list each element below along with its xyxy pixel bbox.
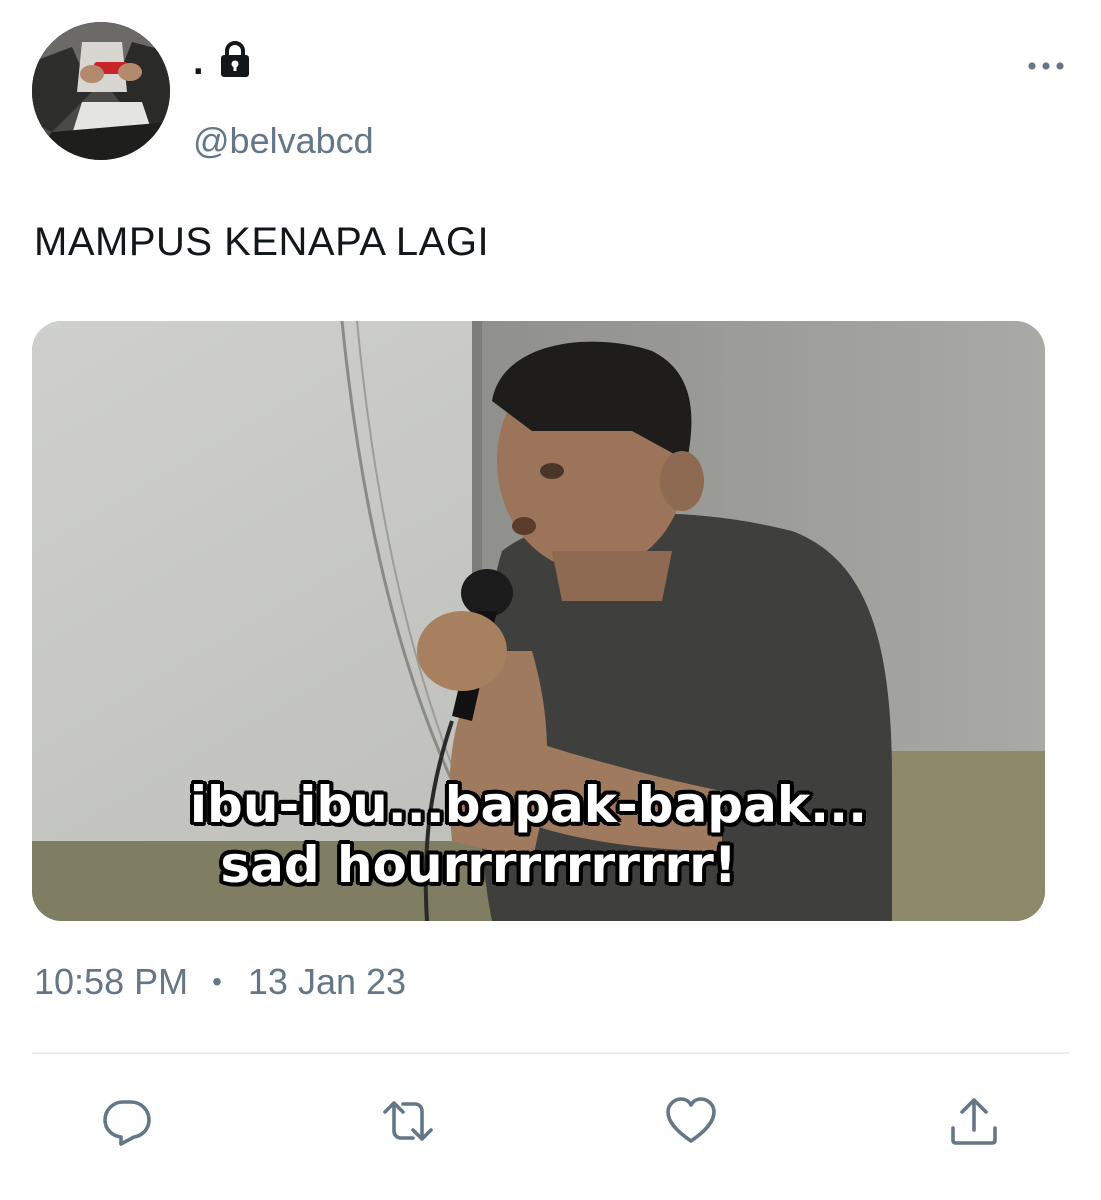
heart-icon xyxy=(666,1097,716,1143)
retweet-icon xyxy=(383,1101,433,1141)
tweet-time[interactable]: 10:58 PM xyxy=(34,958,188,1006)
share-button[interactable] xyxy=(948,1095,1000,1147)
avatar-photo xyxy=(32,22,170,160)
reply-icon xyxy=(103,1100,151,1146)
meme-caption-line-2: sad hourrrrrrrrrrr! xyxy=(220,836,737,894)
display-name[interactable]: . xyxy=(193,38,204,86)
retweet-button[interactable] xyxy=(382,1095,434,1147)
username[interactable]: @belvabcd xyxy=(193,118,374,164)
timestamp-row: 10:58 PM • 13 Jan 23 xyxy=(34,958,406,1006)
separator-dot: • xyxy=(212,966,222,997)
tweet-card: . @belvabcd MAMPUS KENAPA LAGI ibu-ibu..… xyxy=(0,0,1101,1200)
like-button[interactable] xyxy=(665,1095,717,1147)
tweet-text: MAMPUS KENAPA LAGI xyxy=(34,220,490,264)
tweet-media[interactable]: ibu-ibu...bapak-bapak... sad hourrrrrrrr… xyxy=(32,321,1045,921)
meme-caption-line-1: ibu-ibu...bapak-bapak... xyxy=(189,776,868,834)
tweet-date[interactable]: 13 Jan 23 xyxy=(248,958,406,1006)
avatar[interactable] xyxy=(32,22,170,160)
share-icon xyxy=(951,1098,997,1145)
reply-button[interactable] xyxy=(101,1095,153,1147)
more-horizontal-icon[interactable] xyxy=(1026,56,1066,76)
divider xyxy=(32,1052,1069,1054)
lock-icon xyxy=(221,41,249,77)
